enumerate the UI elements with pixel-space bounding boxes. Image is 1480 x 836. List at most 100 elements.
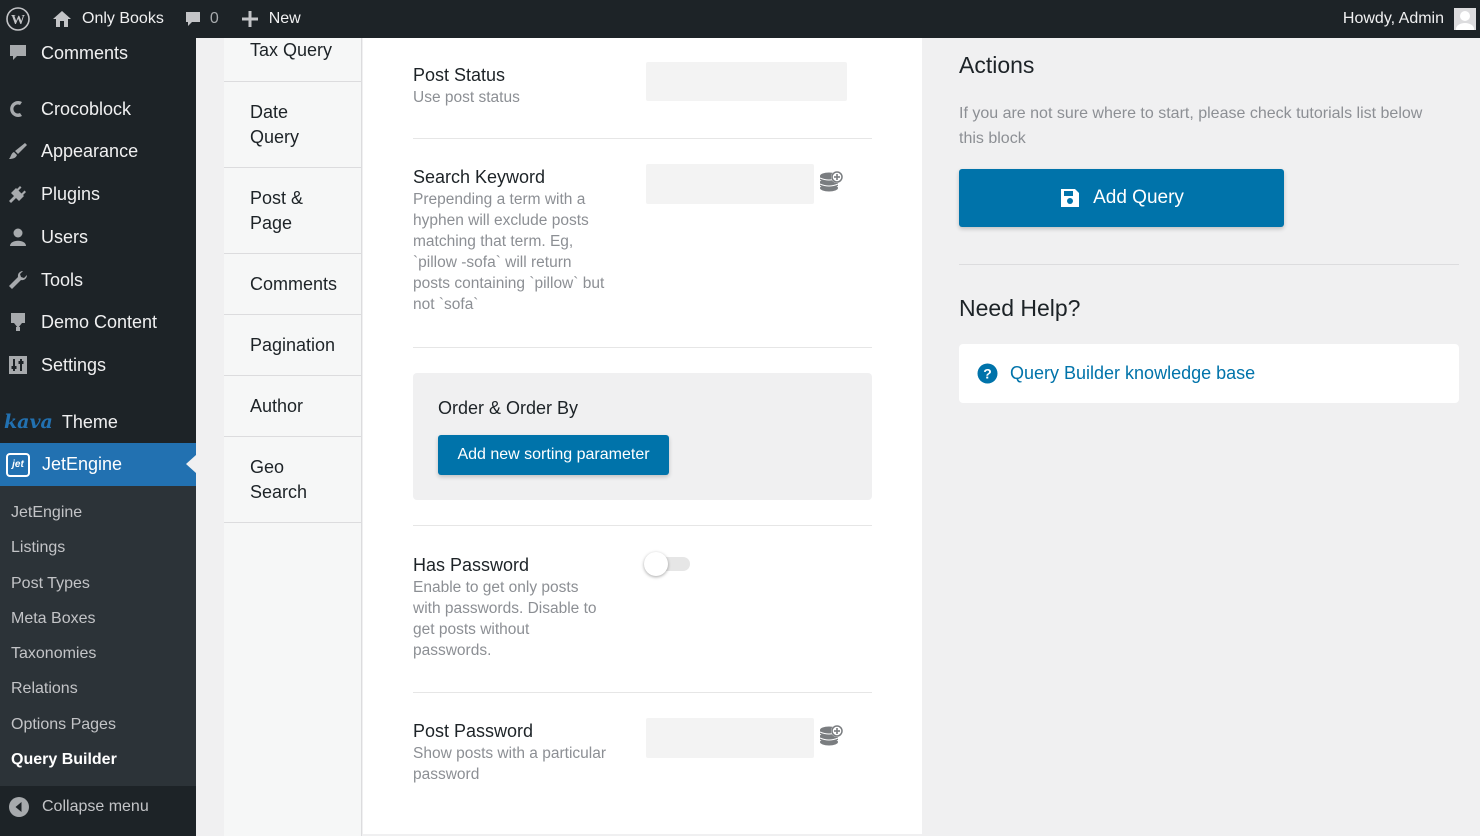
paintbrush-icon bbox=[7, 140, 29, 162]
has-password-label: Has Password bbox=[413, 555, 530, 575]
menu-item-users[interactable]: Users bbox=[0, 225, 196, 249]
tab-date-query[interactable]: Date Query bbox=[224, 82, 362, 168]
plus-icon bbox=[241, 10, 259, 28]
tab-label: Date Query bbox=[250, 101, 300, 147]
menu-label: Crocoblock bbox=[41, 98, 132, 119]
actions-description: If you are not sure where to start, plea… bbox=[959, 105, 1423, 147]
divider bbox=[413, 138, 872, 139]
need-help-title: Need Help? bbox=[959, 295, 1081, 321]
comments-link[interactable]: 0 bbox=[174, 0, 229, 38]
crocoblock-icon bbox=[7, 98, 29, 120]
collapse-menu-button[interactable]: Collapse menu bbox=[0, 796, 196, 818]
tab-tax-query[interactable]: Tax Query bbox=[224, 38, 362, 82]
menu-item-jetengine[interactable]: jet JetEngine bbox=[0, 443, 196, 486]
admin-sidebar: Comments Crocoblock Appearance Plugins U… bbox=[0, 38, 196, 836]
has-password-toggle[interactable] bbox=[644, 551, 692, 576]
user-icon bbox=[7, 226, 29, 248]
save-icon bbox=[1059, 187, 1081, 209]
add-query-button[interactable]: Add Query bbox=[959, 169, 1284, 227]
submenu-item-query-builder[interactable]: Query Builder bbox=[11, 751, 117, 769]
tab-label: Post & Page bbox=[250, 187, 304, 233]
submenu-item-taxonomies[interactable]: Taxonomies bbox=[11, 645, 96, 663]
submenu-item-post-types[interactable]: Post Types bbox=[11, 575, 90, 593]
menu-label: Users bbox=[41, 226, 89, 247]
plug-icon bbox=[7, 183, 29, 205]
avatar[interactable] bbox=[1454, 8, 1476, 30]
query-tabs: Tax Query Date Query Post & Page Comment… bbox=[224, 38, 362, 836]
kava-logo: kava bbox=[4, 411, 53, 433]
submenu-item-listings[interactable]: Listings bbox=[11, 539, 65, 557]
comment-icon bbox=[7, 42, 29, 64]
tab-pagination[interactable]: Pagination bbox=[224, 315, 362, 376]
database-add-icon[interactable] bbox=[818, 724, 844, 750]
tab-label: Geo Search bbox=[250, 456, 308, 502]
collapse-arrow-icon bbox=[8, 796, 30, 818]
tab-geo-search[interactable]: Geo Search bbox=[224, 437, 362, 523]
new-label: New bbox=[268, 10, 301, 27]
tab-label: Comments bbox=[250, 273, 338, 294]
menu-label: Comments bbox=[41, 42, 129, 63]
divider bbox=[413, 692, 872, 693]
wrench-icon bbox=[7, 269, 29, 291]
menu-item-crocoblock[interactable]: Crocoblock bbox=[0, 97, 196, 121]
menu-label: Theme bbox=[61, 411, 118, 432]
actions-title: Actions bbox=[959, 52, 1035, 78]
order-section: Order & Order By Add new sorting paramet… bbox=[413, 373, 872, 500]
wordpress-logo-icon[interactable]: W bbox=[0, 0, 38, 38]
howdy-link[interactable]: Howdy, Admin bbox=[1343, 10, 1444, 28]
tab-author[interactable]: Author bbox=[224, 376, 362, 437]
comment-bubble-icon bbox=[184, 10, 202, 28]
menu-item-kava-theme[interactable]: kava Theme bbox=[0, 410, 196, 434]
add-sorting-parameter-button[interactable]: Add new sorting parameter bbox=[438, 435, 669, 475]
knowledge-base-link[interactable]: Query Builder knowledge base bbox=[1010, 363, 1255, 384]
svg-text:W: W bbox=[11, 13, 25, 28]
query-settings-panel: Post Status Use post status Search Keywo… bbox=[363, 38, 922, 834]
new-content-link[interactable]: New bbox=[229, 0, 311, 38]
comments-count: 0 bbox=[209, 10, 219, 27]
site-name-link[interactable]: Only Books bbox=[38, 0, 174, 38]
search-keyword-input[interactable] bbox=[646, 164, 814, 204]
jetengine-submenu: JetEngine Listings Post Types Meta Boxes… bbox=[0, 486, 196, 786]
divider bbox=[959, 264, 1459, 265]
order-label: Order & Order By bbox=[438, 398, 579, 418]
database-add-icon[interactable] bbox=[818, 170, 844, 196]
tab-comments[interactable]: Comments bbox=[224, 254, 362, 315]
has-password-desc: Enable to get only posts with passwords.… bbox=[413, 579, 597, 659]
menu-label: Tools bbox=[41, 269, 84, 290]
jet-icon: jet bbox=[6, 452, 30, 477]
menu-item-demo-content[interactable]: Demo Content bbox=[0, 310, 196, 334]
search-keyword-desc: Prepending a term with a hyphen will exc… bbox=[413, 191, 605, 313]
settings-icon bbox=[7, 354, 29, 376]
menu-label: Demo Content bbox=[41, 311, 158, 332]
menu-label: Settings bbox=[41, 354, 107, 375]
has-password-field: Has Password Enable to get only posts wi… bbox=[413, 553, 872, 661]
post-status-select[interactable] bbox=[646, 62, 847, 101]
svg-text:?: ? bbox=[983, 366, 992, 382]
jet-icon-text: jet bbox=[12, 459, 24, 470]
home-icon bbox=[52, 10, 72, 28]
divider bbox=[413, 525, 872, 526]
menu-item-appearance[interactable]: Appearance bbox=[0, 139, 196, 163]
menu-item-tools[interactable]: Tools bbox=[0, 268, 196, 292]
submenu-item-relations[interactable]: Relations bbox=[11, 680, 78, 698]
menu-label: JetEngine bbox=[42, 454, 123, 474]
menu-item-plugins[interactable]: Plugins bbox=[0, 182, 196, 206]
tab-label: Author bbox=[250, 395, 304, 416]
question-circle-icon: ? bbox=[977, 363, 998, 384]
submenu-item-jetengine[interactable]: JetEngine bbox=[11, 504, 82, 522]
tab-post-page[interactable]: Post & Page bbox=[224, 168, 362, 254]
add-query-label: Add Query bbox=[1093, 187, 1184, 208]
post-password-input[interactable] bbox=[646, 718, 814, 758]
download-icon bbox=[7, 311, 29, 333]
post-password-desc: Show posts with a particular password bbox=[413, 745, 606, 783]
toggle-knob bbox=[644, 552, 668, 576]
menu-item-settings[interactable]: Settings bbox=[0, 353, 196, 377]
menu-label: Appearance bbox=[41, 140, 139, 161]
tab-label: Pagination bbox=[250, 334, 336, 355]
menu-label: Plugins bbox=[41, 183, 101, 204]
divider bbox=[413, 347, 872, 348]
menu-item-comments[interactable]: Comments bbox=[0, 41, 196, 65]
submenu-item-options-pages[interactable]: Options Pages bbox=[11, 716, 116, 734]
admin-bar: W Only Books 0 New Howdy, Admin bbox=[0, 0, 1480, 38]
submenu-item-meta-boxes[interactable]: Meta Boxes bbox=[11, 610, 95, 628]
